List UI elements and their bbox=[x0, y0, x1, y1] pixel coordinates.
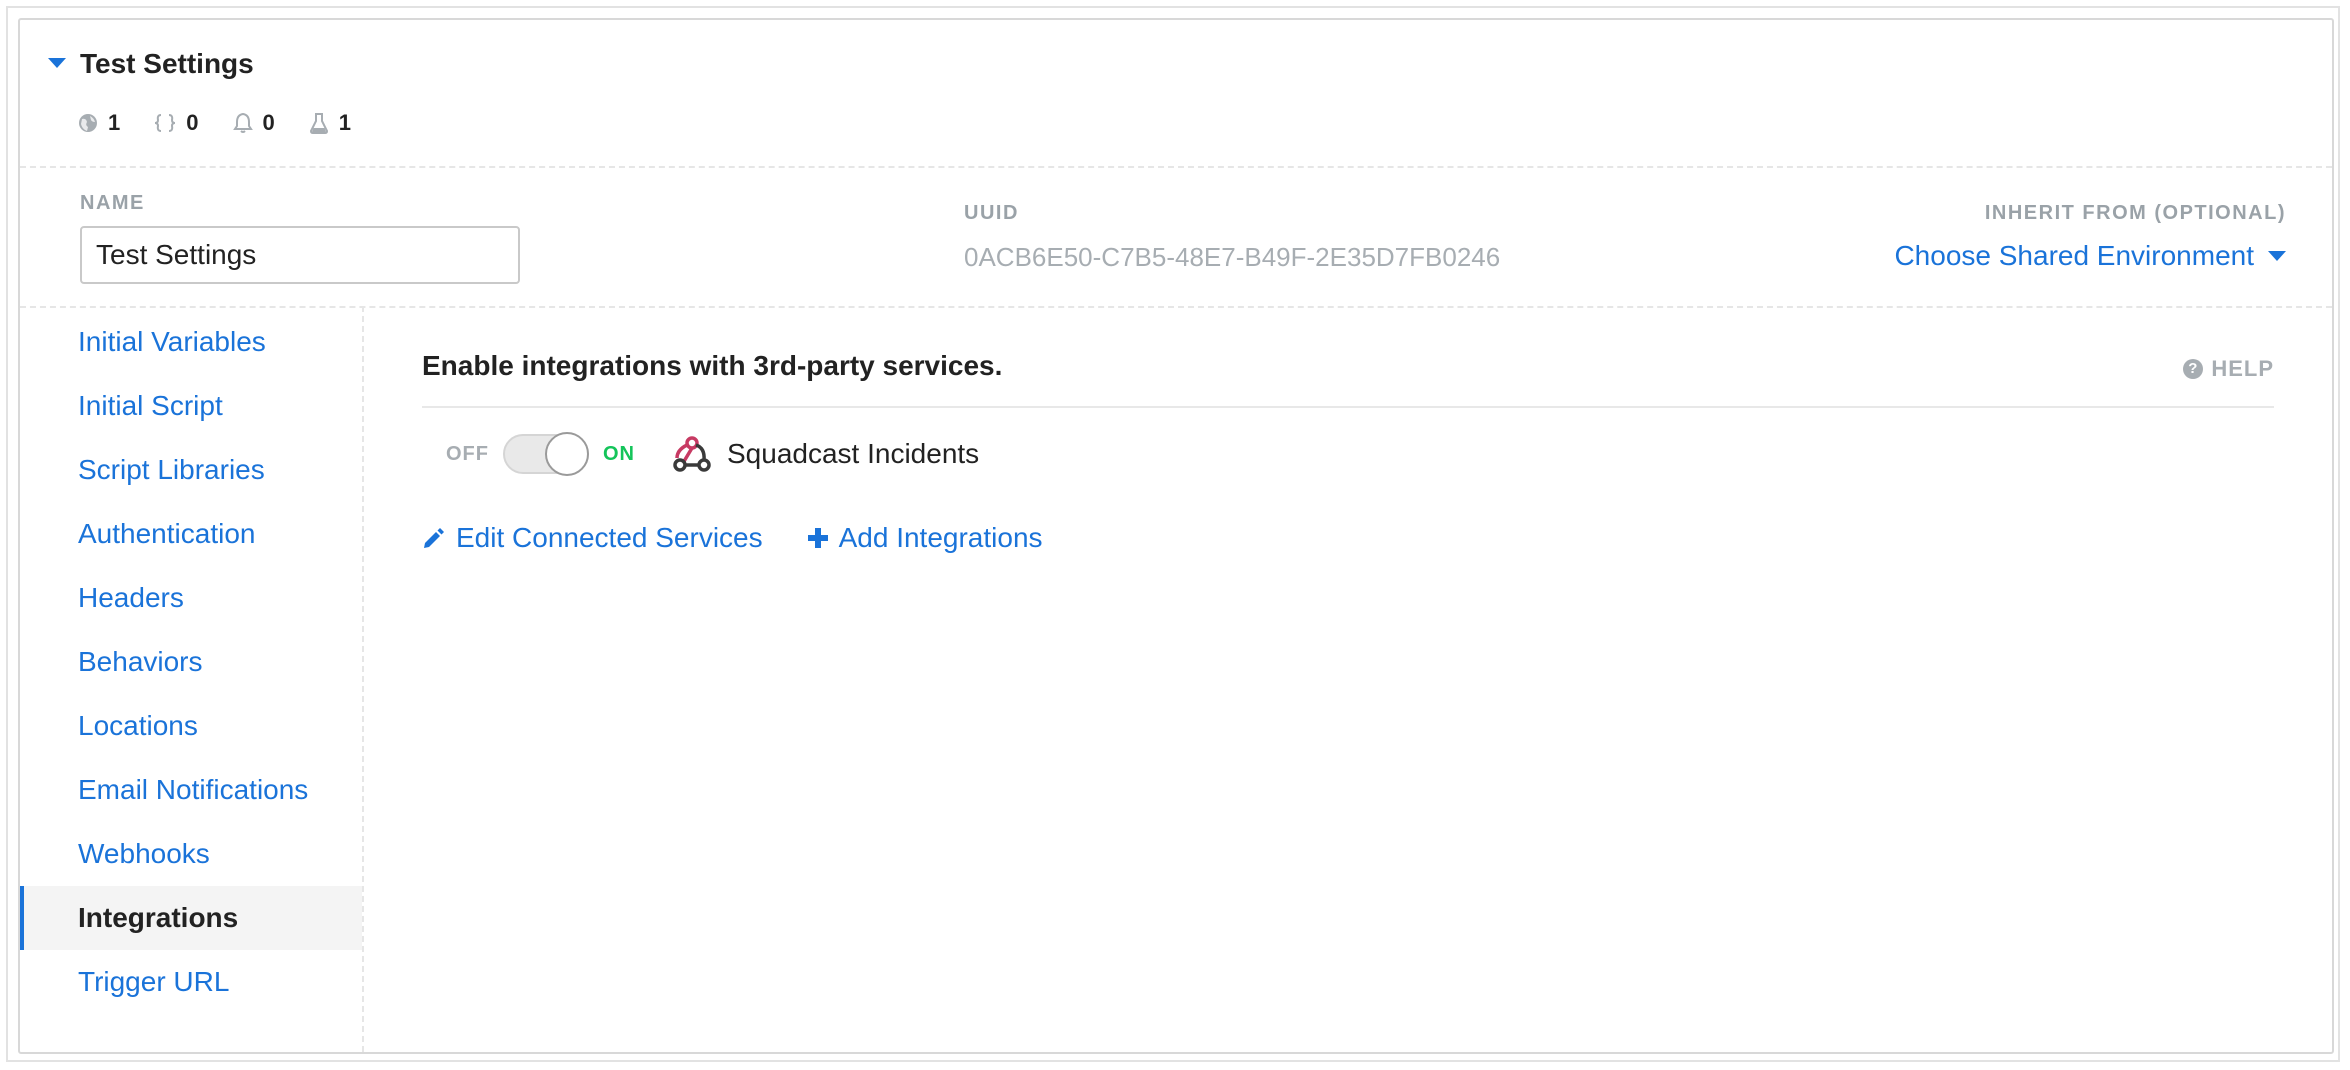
stat-count: 1 bbox=[338, 110, 351, 135]
stat-count: 0 bbox=[186, 110, 199, 135]
stats-bar: 1 0 0 1 bbox=[78, 110, 351, 136]
globe-icon bbox=[79, 114, 97, 132]
sidebar-item-behaviors[interactable]: Behaviors bbox=[20, 630, 362, 694]
sidebar-item-locations[interactable]: Locations bbox=[20, 694, 362, 758]
sidebar-item-trigger-url[interactable]: Trigger URL bbox=[20, 950, 362, 1014]
braces-icon bbox=[155, 114, 176, 132]
sidebar-item-initial-variables[interactable]: Initial Variables bbox=[20, 310, 362, 374]
content-divider bbox=[422, 406, 2274, 408]
stat-locations: 1 bbox=[78, 110, 120, 136]
add-integrations-label: Add Integrations bbox=[838, 522, 1043, 553]
sidebar-item-webhooks[interactable]: Webhooks bbox=[20, 822, 362, 886]
inherit-label: INHERIT FROM (OPTIONAL) bbox=[1984, 202, 2286, 224]
fields-divider bbox=[20, 306, 2332, 308]
plus-icon bbox=[807, 528, 828, 548]
sidebar-item-initial-script[interactable]: Initial Script bbox=[20, 374, 362, 438]
integration-name: Squadcast Incidents bbox=[727, 438, 980, 469]
stat-count: 1 bbox=[108, 110, 121, 135]
integrations-heading: Enable integrations with 3rd-party servi… bbox=[422, 350, 1003, 381]
collapse-caret-icon[interactable] bbox=[48, 58, 66, 68]
webhook-icon bbox=[671, 434, 713, 474]
sidebar-item-script-libraries[interactable]: Script Libraries bbox=[20, 438, 362, 502]
inherit-dropdown-label: Choose Shared Environment bbox=[1894, 240, 2254, 271]
edit-connected-services-label: Edit Connected Services bbox=[456, 522, 763, 553]
stat-count: 0 bbox=[262, 110, 275, 135]
uuid-value: 0ACB6E50-C7B5-48E7-B49F-2E35D7FB0246 bbox=[964, 242, 1501, 272]
sidebar-item-email-notifications[interactable]: Email Notifications bbox=[20, 758, 362, 822]
edit-connected-services-link[interactable]: Edit Connected Services bbox=[422, 522, 763, 554]
pencil-icon bbox=[424, 528, 444, 548]
bell-icon bbox=[232, 112, 253, 133]
integration-actions: Edit Connected Services Add Integrations bbox=[422, 522, 1043, 554]
sidebar-item-integrations[interactable]: Integrations bbox=[20, 886, 362, 950]
name-label: NAME bbox=[80, 192, 145, 214]
help-label: HELP bbox=[2211, 356, 2274, 381]
settings-sidebar: Initial Variables Initial Script Script … bbox=[20, 306, 364, 1052]
panel-title[interactable]: Test Settings bbox=[80, 48, 254, 80]
panel-header: Test Settings 1 0 0 1 bbox=[20, 20, 2332, 166]
toggle-off-label: OFF bbox=[446, 442, 489, 465]
help-link[interactable]: ? HELP bbox=[2183, 356, 2274, 382]
uuid-label: UUID bbox=[964, 202, 1019, 224]
toggle-knob bbox=[545, 432, 589, 476]
integration-row: OFF ON Squadcast Incidents bbox=[446, 424, 979, 484]
add-integrations-link[interactable]: Add Integrations bbox=[807, 522, 1043, 554]
stat-scripts: 0 bbox=[154, 110, 199, 136]
stat-tests: 1 bbox=[309, 110, 351, 136]
name-field[interactable]: Test Settings bbox=[80, 226, 520, 284]
settings-panel: Test Settings 1 0 0 1 NAME Test Settings… bbox=[18, 18, 2334, 1054]
sidebar-item-headers[interactable]: Headers bbox=[20, 566, 362, 630]
stat-alerts: 0 bbox=[232, 110, 275, 136]
sidebar-item-authentication[interactable]: Authentication bbox=[20, 502, 362, 566]
flask-icon bbox=[309, 113, 328, 134]
inherit-dropdown[interactable]: Choose Shared Environment bbox=[1894, 240, 2286, 272]
header-divider bbox=[20, 166, 2332, 168]
chevron-down-icon bbox=[2268, 251, 2286, 261]
toggle-on-label: ON bbox=[603, 442, 635, 465]
integration-toggle[interactable] bbox=[503, 432, 589, 476]
question-icon: ? bbox=[2183, 359, 2204, 379]
